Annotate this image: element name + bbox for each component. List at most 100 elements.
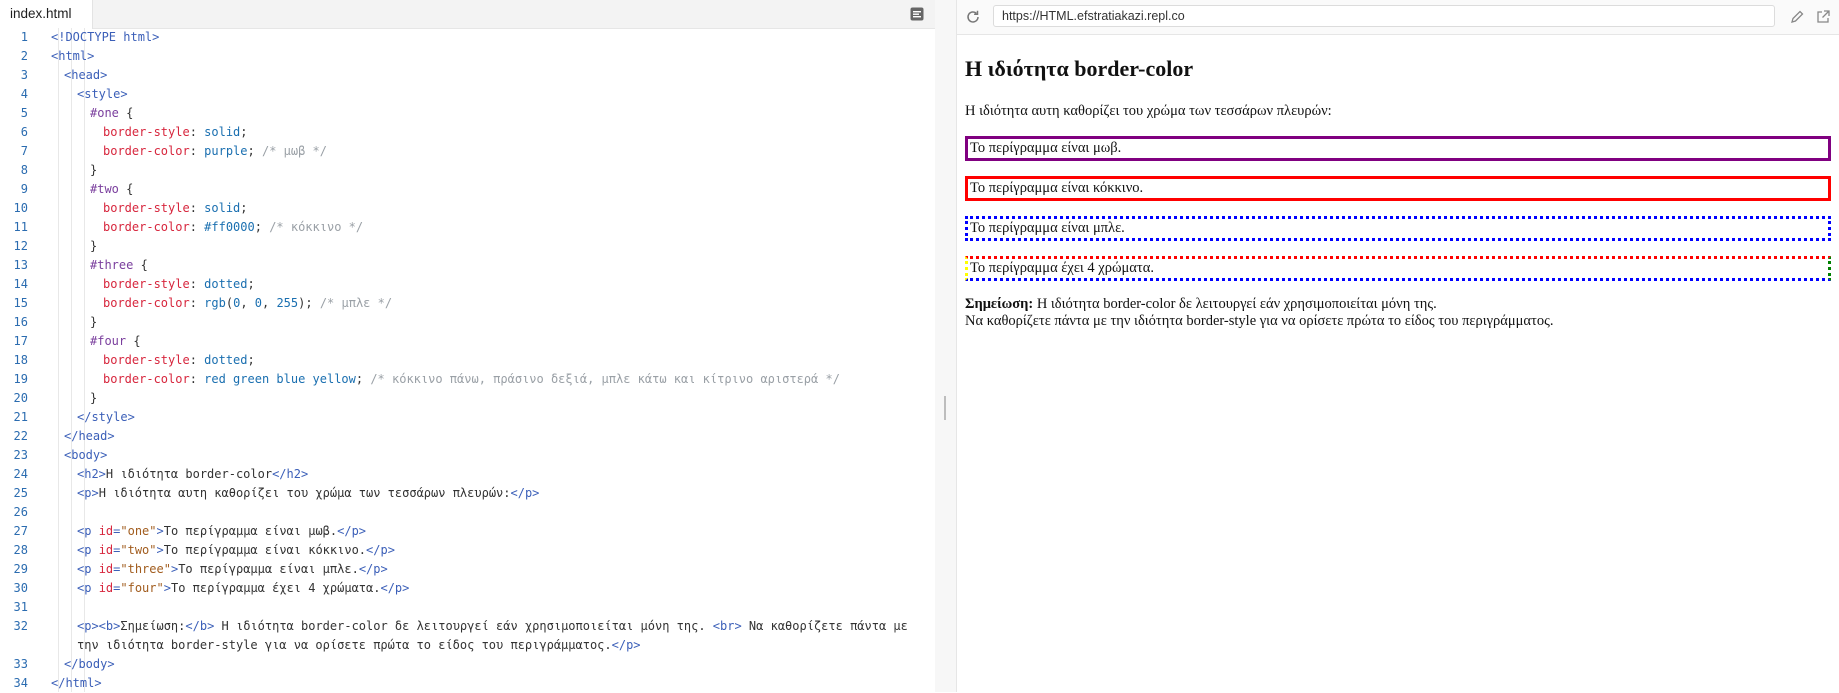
line-number: 1 — [20, 30, 28, 44]
code-line[interactable]: 10 border-style: solid; — [0, 199, 935, 218]
code-token: /* κόκκινο πάνω, πράσινο δεξιά, μπλε κάτ… — [370, 372, 840, 386]
url-input[interactable] — [993, 5, 1775, 27]
code-token: Η ιδιότητα border-color — [105, 467, 273, 481]
note-line-1: Η ιδιότητα border-color δε λειτουργεί εά… — [1033, 296, 1437, 312]
code-line[interactable]: 22 </head> — [0, 427, 935, 446]
code-line[interactable]: 14 border-style: dotted; — [0, 275, 935, 294]
code-line[interactable]: 5 #one { — [0, 104, 935, 123]
code-line[interactable]: 15 border-color: rgb(0, 0, 255); /* μπλε … — [0, 294, 935, 313]
code-token: /* μωβ */ — [261, 144, 327, 158]
code-line[interactable]: 21 </style> — [0, 408, 935, 427]
code-line[interactable]: 20} — [0, 389, 935, 408]
code-line[interactable]: 11 border-color: #ff0000; /* κόκκινο */ — [0, 218, 935, 237]
tab-index-html[interactable]: index.html — [0, 0, 93, 29]
line-code: } — [51, 237, 935, 256]
line-number: 22 — [13, 429, 28, 443]
line-number: 32 — [13, 619, 28, 633]
line-code: <body> — [51, 446, 935, 465]
code-line[interactable]: 3 <head> — [0, 66, 935, 85]
code-token: border-color — [103, 296, 190, 310]
code-token: border-style — [103, 277, 190, 291]
code-token: Σημείωση: — [120, 619, 186, 633]
code-line[interactable]: 1 <!DOCTYPE html> — [0, 28, 935, 47]
line-number: 7 — [20, 144, 28, 158]
code-line[interactable]: 23 <body> — [0, 446, 935, 465]
code-token: #ff0000 — [204, 220, 255, 234]
code-token: : — [189, 353, 205, 367]
pencil-icon[interactable] — [1789, 9, 1805, 25]
code-line[interactable]: 31 — [0, 598, 935, 617]
line-number: 26 — [13, 505, 28, 519]
code-token: <!DOCTYPE — [51, 30, 124, 44]
line-number: 23 — [13, 448, 28, 462]
code-token: } — [90, 391, 98, 405]
reload-icon[interactable] — [965, 9, 981, 25]
rendered-page: Η ιδιότητα border-color Η ιδιότητα αυτη … — [965, 36, 1831, 330]
splitter-handle[interactable] — [944, 396, 946, 420]
code-line[interactable]: 9 #two { — [0, 180, 935, 199]
code-line[interactable]: 13 #three { — [0, 256, 935, 275]
code-line[interactable]: 18 border-style: dotted; — [0, 351, 935, 370]
code-line[interactable]: 30 <p id="four">Το περίγραμμα έχει 4 χρώμ… — [0, 579, 935, 598]
code-line[interactable]: 33 </body> — [0, 655, 935, 674]
line-code: border-color: rgb(0, 0, 255); /* μπλε */ — [51, 294, 935, 313]
line-code: border-style: solid; — [51, 199, 935, 218]
line-code: <p id="three">Το περίγραμμα είναι μπλε.<… — [51, 560, 935, 579]
code-token: > — [163, 581, 171, 595]
open-in-new-tab-icon[interactable] — [1815, 9, 1831, 25]
code-token: border-style — [103, 201, 190, 215]
line-number: 3 — [20, 68, 28, 82]
code-token: , — [240, 296, 255, 310]
code-token: #two — [90, 182, 119, 196]
code-line[interactable]: 17 #four { — [0, 332, 935, 351]
code-line[interactable]: 25 <p>Η ιδιότητα αυτη καθορίζει του χρώμα… — [0, 484, 935, 503]
code-token: id — [98, 543, 114, 557]
code-token: : — [189, 372, 205, 386]
code-token: Το περίγραμμα είναι μπλε. — [178, 562, 359, 576]
code-token: : — [189, 220, 205, 234]
code-line[interactable]: 29 <p id="three">Το περίγραμμα είναι μπλε… — [0, 560, 935, 579]
code-line[interactable]: 26 — [0, 503, 935, 522]
pane-splitter[interactable] — [935, 0, 957, 692]
code-line[interactable]: 2 <html> — [0, 47, 935, 66]
code-token: </html> — [51, 676, 102, 690]
line-number: 28 — [13, 543, 28, 557]
code-token: /* μπλε */ — [319, 296, 393, 310]
line-code: } — [51, 389, 935, 408]
code-line[interactable]: 19 border-color: red green blue yellow; /… — [0, 370, 935, 389]
code-token: : — [189, 125, 205, 139]
code-line[interactable]: 8} — [0, 161, 935, 180]
code-line[interactable]: 6 border-style: solid; — [0, 123, 935, 142]
page-heading: Η ιδιότητα border-color — [965, 56, 1194, 81]
code-token: ; — [355, 372, 371, 386]
line-code: <p id="one">Το περίγραμμα είναι μωβ.</p> — [51, 522, 935, 541]
code-token: <p — [77, 524, 99, 538]
line-code: border-color: red green blue yellow; /* … — [51, 370, 935, 389]
code-token: #four — [90, 334, 127, 348]
code-line[interactable]: 27 <p id="one">Το περίγραμμα είναι μωβ.</… — [0, 522, 935, 541]
code-token: </p> — [510, 486, 540, 500]
code-token: Το περίγραμμα είναι μωβ. — [163, 524, 338, 538]
code-line[interactable]: 32 <p><b>Σημείωση:</b> Η ιδιότητα border-… — [0, 617, 935, 655]
line-number: 27 — [13, 524, 28, 538]
code-line[interactable]: 4 <style> — [0, 85, 935, 104]
code-line[interactable]: 28 <p id="two">Το περίγραμμα είναι κόκκιν… — [0, 541, 935, 560]
line-code: #four { — [51, 332, 935, 351]
format-icon[interactable] — [909, 6, 925, 22]
code-line[interactable]: 16} — [0, 313, 935, 332]
code-line[interactable]: 34 </html> — [0, 674, 935, 693]
line-code: border-style: dotted; — [51, 351, 935, 370]
code-token: </body> — [64, 657, 115, 671]
code-token: <p — [77, 543, 99, 557]
line-code: <h2>Η ιδιότητα border-color</h2> — [51, 465, 935, 484]
code-token: : — [189, 144, 205, 158]
code-line[interactable]: 12} — [0, 237, 935, 256]
code-area[interactable]: 1 <!DOCTYPE html> 2 <html> 3 <head> 4 <style> 5 #… — [0, 28, 935, 692]
line-number: 8 — [20, 163, 28, 177]
line-number: 30 — [13, 581, 28, 595]
code-token: border-style — [103, 125, 190, 139]
code-line[interactable]: 7 border-color: purple; /* μωβ */ — [0, 142, 935, 161]
code-line[interactable]: 24 <h2>Η ιδιότητα border-color</h2> — [0, 465, 935, 484]
line-number: 4 — [20, 87, 28, 101]
code-token: ; — [254, 220, 270, 234]
